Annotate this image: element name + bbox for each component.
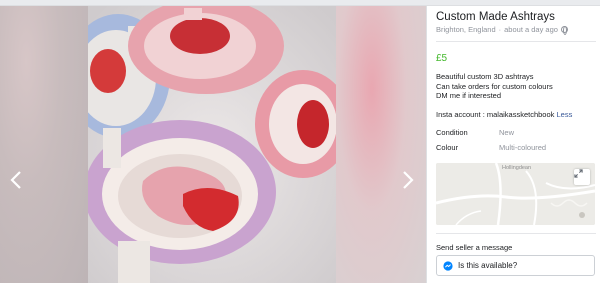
detail-label: Condition <box>436 128 468 137</box>
photo-viewer <box>0 6 426 283</box>
listing-location[interactable]: Brighton, England <box>436 25 496 34</box>
map-place-label: Hollingdean <box>502 165 532 171</box>
ashtrays-image <box>88 6 336 283</box>
listing-details-panel: Custom Made Ashtrays Brighton, England ·… <box>426 6 600 283</box>
previous-photo-button[interactable] <box>6 166 26 194</box>
photo-blur-right <box>336 6 426 283</box>
globe-icon <box>560 26 568 35</box>
detail-row-colour: Colour Multi-coloured <box>436 143 546 152</box>
detail-label: Colour <box>436 143 459 152</box>
message-input[interactable]: Is this available? <box>436 255 595 276</box>
insta-account-line: Insta account : malaikassketchbook Less <box>436 110 572 119</box>
chevron-right-icon <box>403 171 414 189</box>
listing-description: Beautiful custom 3D ashtrays Can take or… <box>436 72 553 101</box>
detail-value: Multi-coloured <box>499 143 547 152</box>
insta-account-text: Insta account : malaikassketchbook <box>436 110 555 119</box>
listing-photo <box>88 6 336 283</box>
message-text: Is this available? <box>458 261 518 270</box>
expand-icon <box>574 169 583 178</box>
listing-posted-time[interactable]: about a day ago <box>504 25 558 34</box>
map-roads <box>436 163 595 225</box>
description-line: Can take orders for custom colours <box>436 81 553 91</box>
detail-row-condition: Condition New <box>436 128 514 137</box>
next-photo-button[interactable] <box>398 166 418 194</box>
chevron-left-icon <box>10 171 21 189</box>
divider <box>436 233 596 234</box>
description-line: Beautiful custom 3D ashtrays <box>436 72 534 81</box>
detail-value: New <box>499 128 515 137</box>
listing-meta: Brighton, England · about a day ago <box>436 25 568 35</box>
listing-price: £5 <box>436 53 448 64</box>
expand-map-button[interactable] <box>574 169 590 185</box>
messenger-icon <box>443 260 453 271</box>
show-less-link[interactable]: Less <box>557 110 573 119</box>
meta-separator: · <box>498 25 502 34</box>
divider <box>436 41 596 42</box>
send-message-heading: Send seller a message <box>436 243 513 252</box>
location-map[interactable]: Hollingdean <box>436 163 595 225</box>
listing-title: Custom Made Ashtrays <box>436 11 555 23</box>
description-line: DM me if interested <box>436 91 502 101</box>
photo-blur-left <box>0 6 88 283</box>
